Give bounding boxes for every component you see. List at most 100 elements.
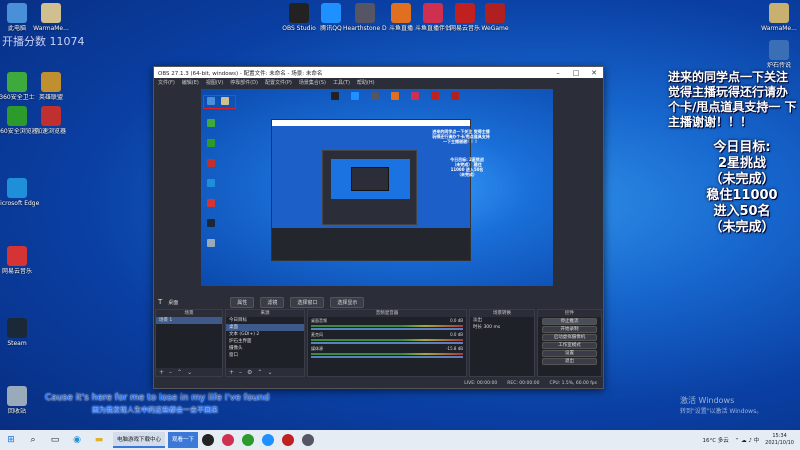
menu-tools[interactable]: 工具(T) xyxy=(333,79,350,86)
mixer-channel: 麦克风 0.0 dB xyxy=(308,331,466,345)
menu-profile[interactable]: 配置文件(P) xyxy=(265,79,292,86)
controls-header: 控件 xyxy=(538,310,601,317)
preview-icon xyxy=(207,219,215,227)
tray-icons[interactable]: ⌃ ☁ ♪ 中 xyxy=(735,436,759,444)
desktop-icon[interactable]: 英雄联盟 xyxy=(30,72,72,101)
obs-taskbar-icon[interactable] xyxy=(202,434,215,446)
source-item[interactable]: 窗口 xyxy=(226,352,304,359)
menu-edit[interactable]: 编辑(E) xyxy=(182,79,199,86)
up-icon[interactable]: ⌃ xyxy=(177,369,182,376)
app-icon xyxy=(7,386,27,406)
transition-type[interactable]: 淡出 xyxy=(470,317,534,324)
explorer-icon[interactable]: ▬ xyxy=(91,432,107,448)
maximize-icon[interactable]: □ xyxy=(567,69,585,77)
desktop-icon[interactable]: 加速浏览器 xyxy=(30,106,72,135)
source-item[interactable]: 文本 (GDI+) 2 xyxy=(226,331,304,338)
desktop-icon-label: 回收站 xyxy=(7,408,26,415)
app-taskbar-icon[interactable] xyxy=(302,434,315,446)
mixer-channel-level: -15.8 dB xyxy=(446,346,463,351)
desktop-icon-label: 炉石传说 xyxy=(766,62,791,69)
desktop-icon[interactable]: WeGame xyxy=(474,3,516,32)
source-item[interactable]: 今日目标 xyxy=(226,317,304,324)
add-icon[interactable]: + xyxy=(229,369,234,376)
goal-line: 今日目标: xyxy=(713,140,771,155)
down-icon[interactable]: ⌄ xyxy=(267,369,272,376)
filters-button[interactable]: 滤镜 xyxy=(260,296,285,308)
app-icon xyxy=(769,40,789,60)
start-recording-button[interactable]: 开始录制 xyxy=(542,326,597,333)
menu-help[interactable]: 帮助(H) xyxy=(357,79,375,86)
app-taskbar-icon[interactable] xyxy=(242,434,255,446)
add-icon[interactable]: + xyxy=(159,369,164,376)
select-window-button[interactable]: 选择窗口 xyxy=(290,296,325,308)
obs-preview[interactable]: 进来的同学点一下关注 觉得主播玩得还行请办个卡/甩点道具支持一下主播谢谢！！！ … xyxy=(201,89,553,286)
down-icon[interactable]: ⌄ xyxy=(187,369,192,376)
volume-slider[interactable] xyxy=(311,356,463,358)
weather-status[interactable]: 16°C 多云 xyxy=(702,436,728,444)
obs-window[interactable]: OBS 27.1.3 (64-bit, windows) - 配置文件: 未命名… xyxy=(153,66,604,389)
desktop-icon[interactable]: 回收站 xyxy=(0,386,38,415)
menu-view[interactable]: 视图(V) xyxy=(206,79,223,86)
source-item[interactable]: 摄像头 xyxy=(226,345,304,352)
menu-scene-collection[interactable]: 场景集合(S) xyxy=(299,79,326,86)
preview-icon xyxy=(451,92,459,100)
taskbar-app-browser[interactable]: 电脑游戏下载中心 xyxy=(113,432,166,448)
search-icon[interactable]: ⌕ xyxy=(25,432,41,448)
app-taskbar-icon[interactable] xyxy=(262,434,275,446)
app-icon xyxy=(485,3,505,23)
desktop-icon[interactable]: WarmaMe... xyxy=(758,3,800,32)
app-icon xyxy=(355,3,375,23)
preview-icon xyxy=(207,179,215,187)
transition-duration[interactable]: 时长 300 ms xyxy=(470,324,534,331)
gear-icon[interactable]: ⚙ xyxy=(247,369,252,376)
menu-docks[interactable]: 停靠部件(D) xyxy=(230,79,258,86)
properties-button[interactable]: 属性 xyxy=(230,296,255,308)
app-icon xyxy=(7,72,27,92)
goal-line: 2星挑战 xyxy=(717,156,767,171)
preview-icon xyxy=(207,239,215,247)
remove-icon[interactable]: – xyxy=(239,369,242,376)
app-taskbar-icon[interactable] xyxy=(282,434,295,446)
mixer-channel-name: 麦克风 xyxy=(311,332,323,337)
source-item[interactable]: 炉石主界面 xyxy=(226,338,304,345)
remove-icon[interactable]: – xyxy=(169,369,172,376)
up-icon[interactable]: ⌃ xyxy=(257,369,262,376)
preview-icon xyxy=(207,139,215,147)
desktop-icon-label: 此电脑 xyxy=(7,25,26,32)
goal-line: （未完成） xyxy=(709,220,775,235)
settings-button[interactable]: 设置 xyxy=(542,350,597,357)
desktop-icon[interactable]: Steam xyxy=(0,318,38,347)
exit-button[interactable]: 退出 xyxy=(542,358,597,365)
source-item[interactable]: 桌面 xyxy=(226,324,304,331)
app-taskbar-icon[interactable] xyxy=(222,434,235,446)
controls-dock: 控件 停止推流 开始录制 启动虚拟摄像机 工作室模式 设置 退出 xyxy=(537,309,602,377)
obs-titlebar[interactable]: OBS 27.1.3 (64-bit, windows) - 配置文件: 未命名… xyxy=(154,67,603,78)
desktop-icon[interactable]: WarmaMe... xyxy=(30,3,72,32)
desktop-icon-label: 加速浏览器 xyxy=(35,128,66,135)
desktop-icon-label: 英雄联盟 xyxy=(38,94,63,101)
desktop-icon[interactable]: Microsoft Edge xyxy=(0,178,39,207)
volume-slider[interactable] xyxy=(311,342,463,344)
clock[interactable]: 15:34 2021/10/10 xyxy=(765,433,794,447)
app-icon xyxy=(7,106,27,126)
app-icon xyxy=(391,3,411,23)
preview-icon xyxy=(431,92,439,100)
select-display-button[interactable]: 选择显示 xyxy=(330,296,365,308)
promo-text: 进来的同学点一下关注 觉得主播玩得还行请办 个卡/甩点道具支持一 下主播谢谢！！… xyxy=(668,70,797,129)
studio-mode-button[interactable]: 工作室模式 xyxy=(542,342,597,349)
windows-start-icon[interactable]: ⊞ xyxy=(3,432,19,448)
obs-docks: 场景 场景 1 + – ⌃ ⌄ 来源 今日目标 桌面 文本 (GDI+) 2 炉石主界… xyxy=(154,309,603,377)
stop-streaming-button[interactable]: 停止推流 xyxy=(542,318,597,325)
close-icon[interactable]: ✕ xyxy=(585,69,603,77)
menu-file[interactable]: 文件(F) xyxy=(158,79,175,86)
taskbar-app-stream[interactable]: 观看一下 xyxy=(168,432,199,448)
desktop-icon[interactable]: 网易云音乐 xyxy=(0,246,38,275)
volume-slider[interactable] xyxy=(311,328,463,330)
live-status: LIVE: 00:00:00 xyxy=(464,381,498,386)
edge-icon[interactable]: ◉ xyxy=(69,432,85,448)
minimize-icon[interactable]: – xyxy=(549,69,567,77)
scene-item[interactable]: 场景 1 xyxy=(156,317,222,324)
desktop-icon[interactable]: 炉石传说 xyxy=(758,40,800,69)
virtual-camera-button[interactable]: 启动虚拟摄像机 xyxy=(542,334,597,341)
task-view-icon[interactable]: ▭ xyxy=(47,432,63,448)
